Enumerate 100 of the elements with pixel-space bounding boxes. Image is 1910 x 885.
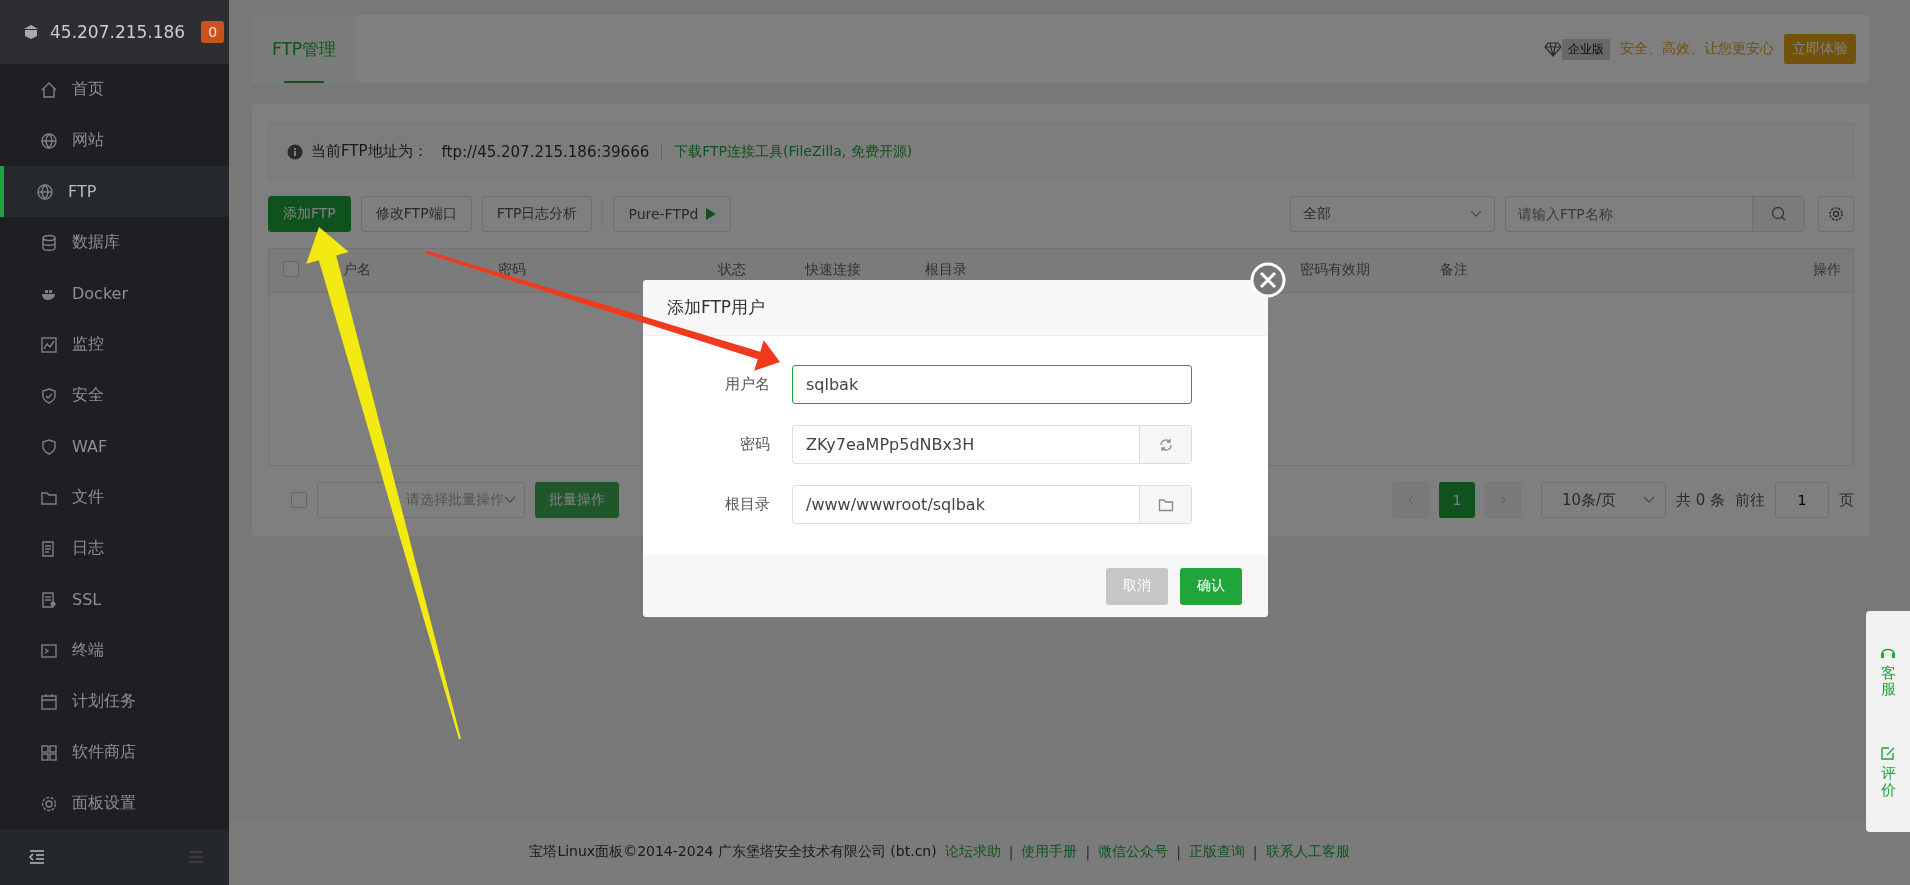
grid-icon bbox=[40, 743, 58, 762]
edition-label: 企业版 bbox=[1562, 38, 1610, 60]
page-suffix: 页 bbox=[1839, 490, 1854, 510]
sidebar-item[interactable]: 数据库 bbox=[0, 217, 229, 269]
caret-icon bbox=[504, 496, 516, 504]
separator: | bbox=[1085, 843, 1091, 860]
search-input[interactable]: 请输入FTP名称 bbox=[1506, 197, 1752, 231]
search-field[interactable]: 请输入FTP名称 bbox=[1505, 196, 1805, 232]
settings-icon bbox=[1828, 206, 1844, 222]
search-icon bbox=[1770, 206, 1787, 222]
toolbar-button[interactable]: FTP日志分析 bbox=[481, 196, 593, 232]
globe-icon bbox=[40, 131, 58, 150]
settings-button[interactable] bbox=[1818, 196, 1854, 232]
toolbar-button[interactable]: Pure-FTPd bbox=[613, 196, 732, 232]
next-page-button[interactable] bbox=[1484, 482, 1521, 518]
confirm-button[interactable]: 确认 bbox=[1180, 567, 1242, 605]
column-header: 操作 bbox=[1813, 261, 1842, 279]
sidebar-item[interactable]: Docker bbox=[0, 268, 229, 320]
shield-icon bbox=[40, 386, 58, 405]
footer-link[interactable]: 联系人工客服 bbox=[1265, 842, 1350, 861]
footer-link[interactable]: 使用手册 bbox=[1021, 842, 1078, 861]
database-icon bbox=[40, 233, 58, 252]
text-input[interactable]: ZKy7eaMPp5dNBx3H bbox=[793, 426, 1139, 463]
column-header: 户名 bbox=[342, 261, 372, 279]
floating-button[interactable]: 客服 bbox=[1880, 644, 1896, 698]
separator: | bbox=[1176, 843, 1181, 860]
play-icon bbox=[706, 208, 717, 220]
add-button[interactable]: 添加FTP bbox=[268, 196, 351, 232]
sidebar-item[interactable]: 安全 bbox=[0, 370, 229, 422]
caret-icon bbox=[1642, 496, 1655, 504]
info-label: 当前FTP地址为： bbox=[311, 142, 428, 161]
terminal-icon bbox=[40, 641, 58, 660]
folder-icon bbox=[1157, 496, 1174, 513]
calendar-icon bbox=[40, 692, 58, 711]
footer-link[interactable]: 论坛求助 bbox=[944, 842, 1001, 861]
input-field[interactable]: sqlbak bbox=[792, 365, 1192, 404]
sidebar-item[interactable]: 计划任务 bbox=[0, 676, 229, 728]
notification-badge[interactable]: 0 bbox=[201, 21, 225, 44]
column-header: 备注 bbox=[1440, 261, 1469, 279]
close-icon[interactable] bbox=[1250, 262, 1286, 298]
refresh-button[interactable] bbox=[1139, 426, 1191, 463]
collapse-icon[interactable] bbox=[28, 848, 46, 867]
column-header: 状态 bbox=[718, 261, 747, 279]
search-button[interactable] bbox=[1752, 197, 1804, 231]
sidebar-item[interactable]: 软件商店 bbox=[0, 727, 229, 779]
edit-icon bbox=[1880, 745, 1896, 762]
column-header: 密码有效期 bbox=[1300, 261, 1371, 279]
copyright-text: 宝塔Linux面板©2014-2024 广东堡塔安全技术有限公司 (bt.cn) bbox=[529, 842, 937, 861]
browse-button[interactable] bbox=[1139, 486, 1191, 523]
sidebar-item[interactable]: 监控 bbox=[0, 319, 229, 371]
column-header: 快速连接 bbox=[805, 261, 862, 279]
separator: | bbox=[1008, 843, 1014, 860]
field-label: 密码 bbox=[739, 435, 770, 454]
toolbar-button[interactable]: 修改FTP端口 bbox=[360, 196, 472, 232]
sidebar-item[interactable]: SSL bbox=[0, 574, 229, 626]
sidebar-item[interactable]: FTP bbox=[0, 166, 229, 218]
page-input[interactable]: 1 bbox=[1775, 482, 1829, 518]
server-address: 45.207.215.186 bbox=[50, 22, 186, 43]
diamond-icon bbox=[1544, 40, 1562, 58]
previous-page-button[interactable] bbox=[1392, 482, 1429, 518]
batch-button[interactable]: 批量操作 bbox=[535, 482, 619, 518]
separator: | bbox=[1252, 843, 1258, 860]
logo-icon bbox=[22, 23, 40, 42]
total-count: 共 0 条 bbox=[1675, 490, 1725, 510]
refresh-icon bbox=[1157, 436, 1174, 453]
column-header: 根目录 bbox=[925, 261, 968, 279]
chart-icon bbox=[40, 335, 58, 354]
footer-link[interactable]: 正版查询 bbox=[1188, 842, 1245, 861]
column-header: 密码 bbox=[498, 261, 527, 279]
tab[interactable]: FTP管理 bbox=[252, 15, 357, 83]
select-checkbox[interactable] bbox=[291, 492, 307, 508]
sidebar-item[interactable]: 终端 bbox=[0, 625, 229, 677]
document-icon bbox=[40, 590, 58, 609]
sidebar-item[interactable]: 首页 bbox=[0, 64, 229, 116]
text-input[interactable]: /www/wwwroot/sqlbak bbox=[793, 486, 1139, 523]
caret-icon bbox=[1470, 210, 1482, 218]
info-icon bbox=[287, 143, 303, 160]
download-link[interactable]: 下载FTP连接工具(FileZilla, 免费开源) bbox=[674, 142, 913, 161]
input-field[interactable]: ZKy7eaMPp5dNBx3H bbox=[792, 425, 1192, 464]
page-button[interactable]: 1 bbox=[1438, 482, 1475, 518]
shield-icon bbox=[40, 437, 58, 456]
floating-button[interactable]: 评价 bbox=[1880, 745, 1896, 799]
input-field[interactable]: /www/wwwroot/sqlbak bbox=[792, 485, 1192, 524]
home-icon bbox=[40, 80, 58, 99]
footer-link[interactable]: 微信公众号 bbox=[1098, 842, 1169, 861]
promo-text: 安全、高效、让您更安心 bbox=[1620, 40, 1774, 58]
dialog-title: 添加FTP用户 bbox=[643, 280, 1268, 336]
globe-icon bbox=[36, 182, 54, 201]
filter-select[interactable]: 全部 bbox=[1290, 196, 1495, 232]
sidebar-item[interactable]: 日志 bbox=[0, 523, 229, 575]
page-size-select[interactable]: 10条/页 bbox=[1540, 482, 1666, 518]
sidebar-item[interactable]: WAF bbox=[0, 421, 229, 473]
ftp-address: ftp://45.207.215.186:39666 bbox=[441, 142, 650, 161]
select-all-checkbox[interactable] bbox=[283, 261, 299, 277]
goto-label: 前往 bbox=[1735, 490, 1765, 510]
settings-icon bbox=[40, 794, 58, 813]
sidebar-item[interactable]: 文件 bbox=[0, 472, 229, 524]
field-label: 用户名 bbox=[724, 375, 770, 394]
sidebar-item[interactable]: 面板设置 bbox=[0, 778, 229, 830]
sidebar-item[interactable]: 网站 bbox=[0, 115, 229, 167]
